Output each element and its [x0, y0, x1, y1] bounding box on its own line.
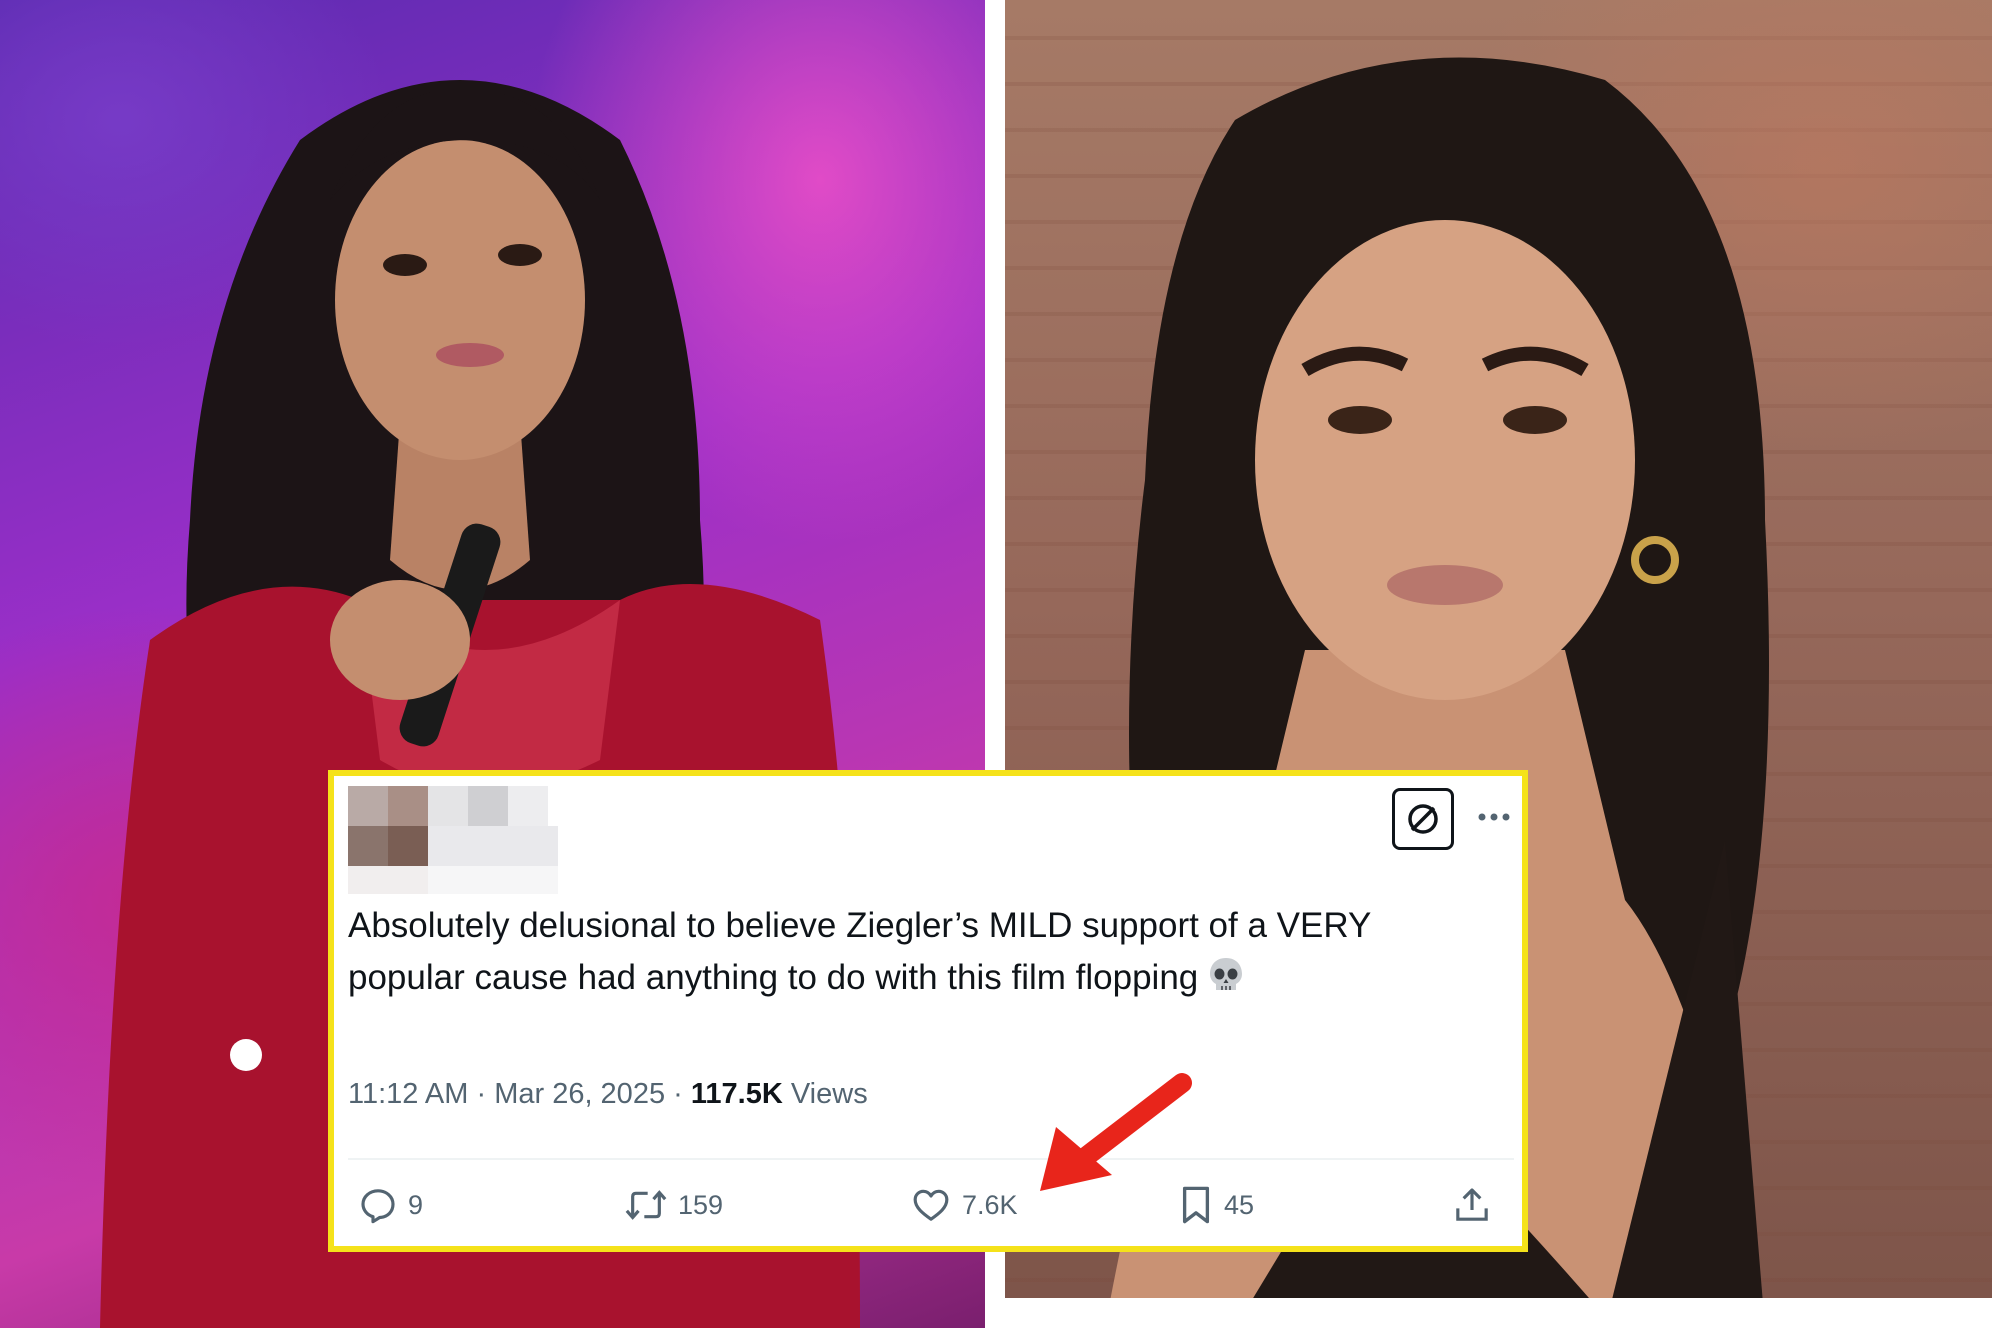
retweet-button[interactable]: 159 [624, 1180, 723, 1230]
red-arrow-icon [1040, 1073, 1192, 1191]
blurred-author-info [348, 786, 558, 896]
tweet-text-line-1: Absolutely delusional to believe Ziegler… [348, 906, 1372, 945]
grok-icon [1408, 804, 1438, 834]
decorative-dot [230, 1039, 262, 1071]
meta-separator: · [476, 1078, 487, 1110]
actions-divider [348, 1158, 1514, 1160]
tweet-text-line-2-content: popular cause had anything to do with th… [348, 958, 1199, 997]
reply-button[interactable]: 9 [358, 1180, 423, 1230]
tweet-text: Absolutely delusional to believe Ziegler… [348, 900, 1498, 1004]
heart-icon [913, 1189, 949, 1221]
like-button[interactable]: 7.6K [910, 1180, 1018, 1230]
retweet-icon [625, 1190, 667, 1220]
tweet-metadata: 11:12 AM · Mar 26, 2025 · 117.5K Views [348, 1078, 868, 1111]
share-button[interactable] [1452, 1180, 1492, 1230]
tweet-time[interactable]: 11:12 AM [348, 1078, 468, 1110]
tweet-card: Absolutely delusional to believe Ziegler… [328, 770, 1528, 1252]
reply-icon [361, 1189, 395, 1224]
like-count: 7.6K [962, 1189, 1018, 1220]
meta-separator: · [673, 1078, 683, 1110]
skull-emoji-icon [1210, 958, 1243, 990]
tweet-text-line-2: popular cause had anything to do with th… [348, 952, 1498, 1004]
reply-count: 9 [408, 1189, 424, 1220]
bookmark-count: 45 [1224, 1189, 1255, 1220]
views-label: Views [790, 1078, 868, 1110]
share-icon [1456, 1188, 1488, 1221]
more-options-button[interactable] [1474, 802, 1514, 832]
views-count: 117.5K [690, 1078, 783, 1110]
grok-button[interactable] [1392, 788, 1454, 850]
ellipsis-icon [1478, 813, 1510, 821]
retweet-count: 159 [678, 1189, 724, 1220]
right-photo-bottom-edge [1005, 1298, 1992, 1328]
tweet-date[interactable]: Mar 26, 2025 [494, 1078, 665, 1110]
